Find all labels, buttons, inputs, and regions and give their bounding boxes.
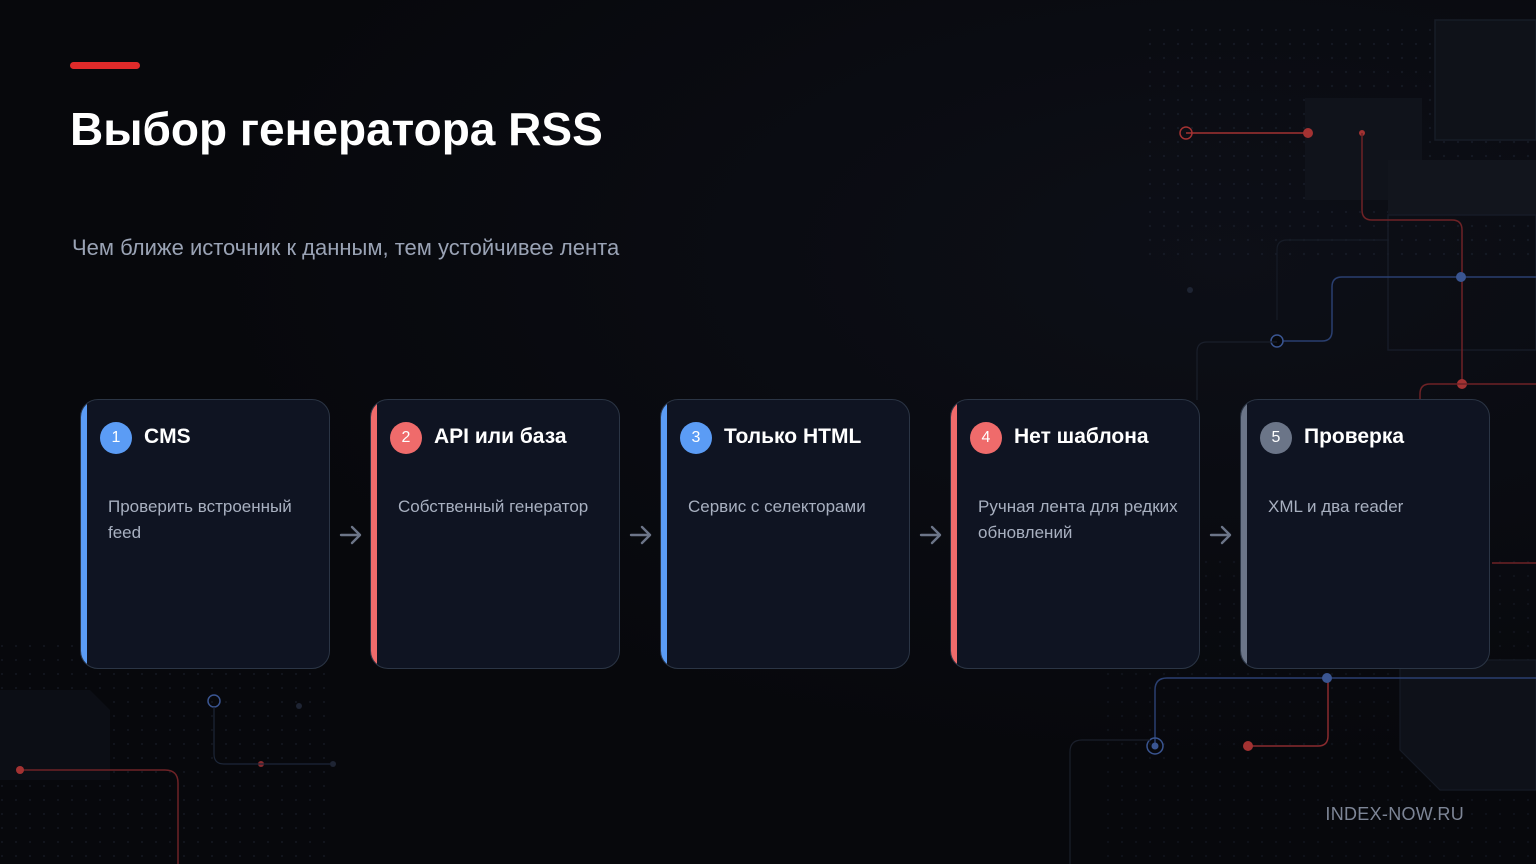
title-accent-bar	[70, 62, 140, 69]
card-accent-stripe	[371, 400, 377, 668]
card-accent-stripe	[1241, 400, 1247, 668]
step-title: CMS	[144, 425, 191, 448]
card-accent-stripe	[661, 400, 667, 668]
step-number-badge: 1	[100, 422, 132, 454]
step-card-api: 2 API или база Собственный генератор	[370, 399, 620, 669]
step-card-no-template: 4 Нет шаблона Ручная лента для редких об…	[950, 399, 1200, 669]
footer-brand: INDEX-NOW.RU	[1325, 804, 1464, 824]
step-title: Нет шаблона	[1014, 425, 1149, 448]
step-title: Проверка	[1304, 425, 1405, 448]
step-description: XML и два reader	[1268, 497, 1404, 516]
step-card-html: 3 Только HTML Сервис с селекторами	[660, 399, 910, 669]
card-accent-stripe	[81, 400, 87, 668]
card-accent-stripe	[951, 400, 957, 668]
slide: Выбор генератора RSS Чем ближе источник …	[0, 0, 1536, 864]
step-number-badge: 2	[390, 422, 422, 454]
step-description: Ручная лента для редких обновлений	[978, 497, 1178, 542]
step-number-badge: 4	[970, 422, 1002, 454]
step-description: Сервис с селекторами	[688, 497, 866, 516]
step-description: Проверить встроенный feed	[108, 497, 292, 542]
step-description: Собственный генератор	[398, 497, 589, 516]
step-number-badge: 3	[680, 422, 712, 454]
arrow-right-icon	[339, 525, 362, 545]
page-subtitle: Чем ближе источник к данным, тем устойчи…	[72, 235, 620, 260]
arrow-right-icon	[629, 525, 652, 545]
step-card-cms: 1 CMS Проверить встроенный feed	[80, 399, 330, 669]
arrow-right-icon	[1209, 525, 1232, 545]
arrow-right-icon	[919, 525, 942, 545]
page-title: Выбор генератора RSS	[70, 103, 603, 155]
step-title: Только HTML	[724, 425, 862, 448]
step-card-check: 5 Проверка XML и два reader	[1240, 399, 1490, 669]
step-number-badge: 5	[1260, 422, 1292, 454]
step-title: API или база	[434, 425, 567, 448]
